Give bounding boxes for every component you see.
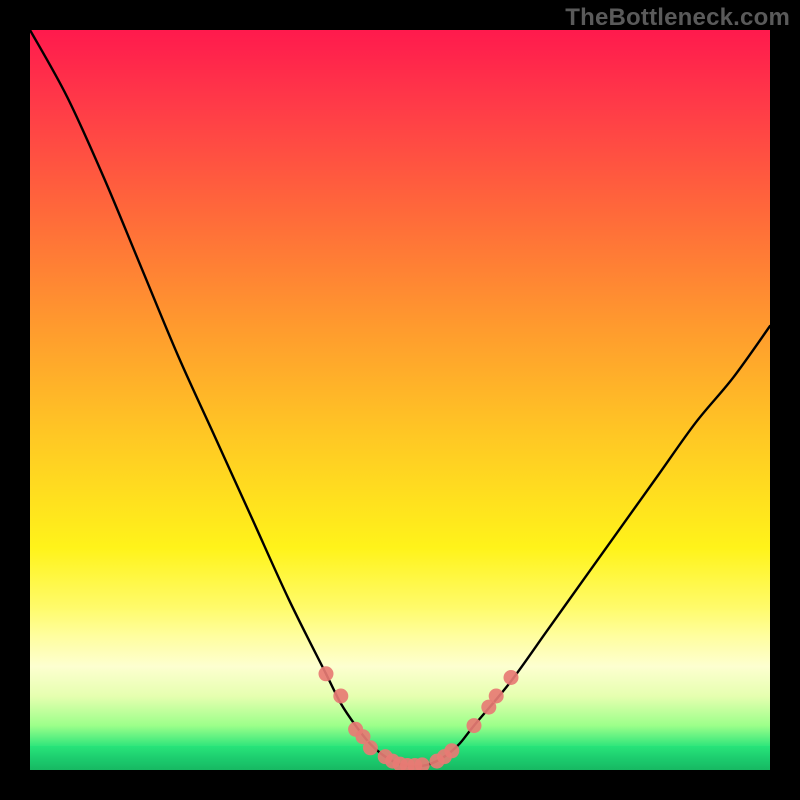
curve-marker bbox=[504, 670, 519, 685]
curve-marker bbox=[319, 666, 334, 681]
bottleneck-curve bbox=[30, 30, 770, 766]
curve-marker bbox=[467, 718, 482, 733]
curve-marker bbox=[489, 689, 504, 704]
watermark-text: TheBottleneck.com bbox=[565, 4, 790, 32]
curve-markers bbox=[319, 666, 519, 770]
chart-svg bbox=[30, 30, 770, 770]
curve-marker bbox=[444, 743, 459, 758]
chart-frame: TheBottleneck.com bbox=[0, 0, 800, 800]
curve-marker bbox=[363, 740, 378, 755]
plot-area bbox=[30, 30, 770, 770]
curve-marker bbox=[333, 689, 348, 704]
